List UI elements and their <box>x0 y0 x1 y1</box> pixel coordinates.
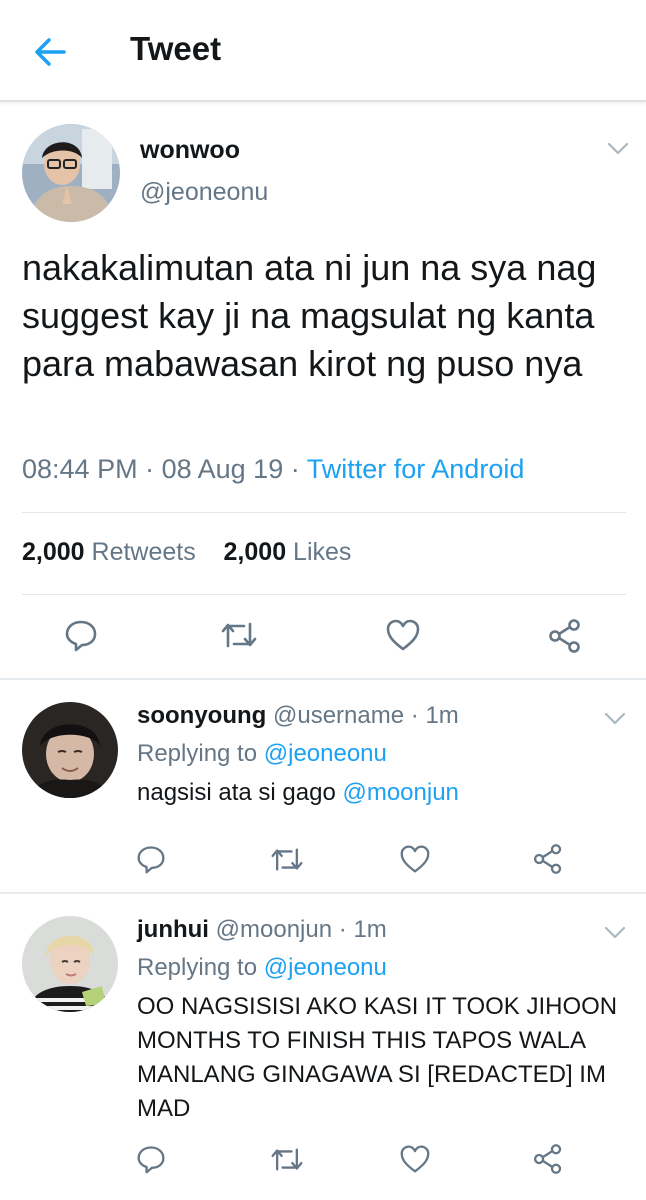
chevron-down-icon[interactable] <box>604 712 626 726</box>
chevron-down-icon[interactable] <box>607 142 629 156</box>
likes-stat[interactable]: 2,000 Likes <box>224 538 352 566</box>
replying-to-mention[interactable]: @jeoneonu <box>264 954 387 981</box>
meta-separator: · <box>338 916 354 943</box>
likes-count: 2,000 <box>223 538 287 566</box>
divider <box>22 512 626 513</box>
reply-actions <box>0 838 646 888</box>
divider <box>22 594 626 595</box>
replying-label: Replying to <box>137 740 258 767</box>
reply-time: 1m <box>353 916 387 943</box>
reply-text: OO NAGSISISI AKO KASI IT TOOK JIHOON MON… <box>137 993 618 1122</box>
reply-header: junhui @moonjun · 1m <box>137 916 387 944</box>
divider <box>0 892 646 894</box>
tweet-text: nakakalimutan ata ni jun na sya nag sugg… <box>22 247 597 384</box>
avatar[interactable] <box>22 702 118 798</box>
likes-label: Likes <box>293 538 352 566</box>
reply-author-handle[interactable]: @username <box>273 702 404 729</box>
author-name[interactable]: wonwoo <box>140 136 240 165</box>
tweet-stats: 2,000 Retweets 2,000 Likes <box>22 538 351 567</box>
share-icon[interactable] <box>547 618 583 659</box>
avatar[interactable] <box>22 124 120 222</box>
tweet-meta: 08:44 PM · 08 Aug 19 · Twitter for Andro… <box>22 454 524 485</box>
author-handle[interactable]: @jeoneonu <box>140 178 268 207</box>
tweet-date: 08 Aug 19 <box>161 454 284 484</box>
reply-text: nagsisi ata si gago @moonjun <box>137 776 627 810</box>
tweet-source-link[interactable]: Twitter for Android <box>307 454 525 484</box>
meta-separator: · <box>145 454 162 484</box>
reply-icon[interactable] <box>136 844 166 879</box>
retweet-icon[interactable] <box>220 620 258 655</box>
like-heart-icon[interactable] <box>385 618 421 657</box>
reply-mention[interactable]: @moonjun <box>342 779 458 806</box>
reply-header: soonyoung @username · 1m <box>137 702 459 730</box>
arrow-left-icon <box>35 38 66 66</box>
like-heart-icon[interactable] <box>399 1144 431 1179</box>
replying-to-mention[interactable]: @jeoneonu <box>264 740 387 767</box>
reply-author-name[interactable]: junhui <box>137 916 209 943</box>
meta-separator: · <box>410 702 426 729</box>
replying-to: Replying to @jeoneonu <box>137 954 387 982</box>
reply-icon[interactable] <box>136 1144 166 1179</box>
reply-text-body: nagsisi ata si gago <box>137 779 336 806</box>
page-title: Tweet <box>130 30 222 67</box>
retweet-icon[interactable] <box>270 1146 304 1178</box>
divider <box>0 678 646 680</box>
like-heart-icon[interactable] <box>399 844 431 879</box>
replying-label: Replying to <box>137 954 258 981</box>
reply-actions <box>0 1138 646 1188</box>
chevron-down-icon[interactable] <box>604 926 626 940</box>
reply-author-handle[interactable]: @moonjun <box>216 916 332 943</box>
tweet-time: 08:44 PM <box>22 454 138 484</box>
retweet-icon[interactable] <box>270 846 304 878</box>
share-icon[interactable] <box>532 843 564 880</box>
share-icon[interactable] <box>532 1143 564 1180</box>
retweets-count: 2,000 <box>22 538 85 566</box>
top-bar: Tweet <box>0 0 646 102</box>
avatar[interactable] <box>22 916 118 1012</box>
replying-to: Replying to @jeoneonu <box>137 740 387 768</box>
reply-icon[interactable] <box>64 618 98 657</box>
reply-author-name[interactable]: soonyoung <box>137 702 266 729</box>
retweets-label: Retweets <box>91 538 196 566</box>
retweets-stat[interactable]: 2,000 Retweets <box>22 538 196 566</box>
tweet-actions <box>0 612 646 662</box>
reply-time: 1m <box>425 702 459 729</box>
back-button[interactable] <box>30 34 70 70</box>
meta-separator: · <box>290 454 307 484</box>
